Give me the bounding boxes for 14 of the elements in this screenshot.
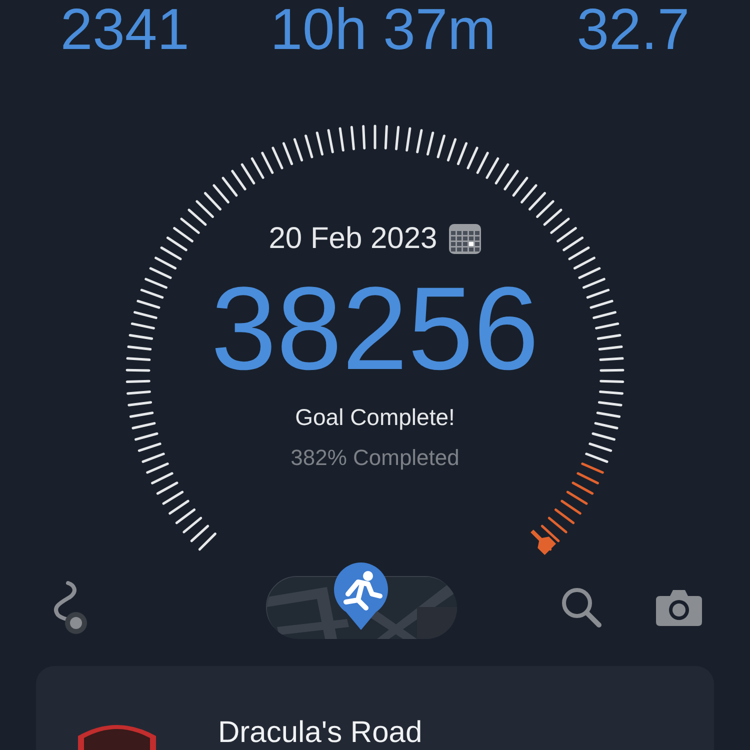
progress-marker	[530, 530, 556, 556]
calendar-icon[interactable]	[449, 224, 482, 254]
stat-value: 2341	[60, 0, 190, 60]
completion-percent: 382% Completed	[290, 445, 460, 471]
date-label[interactable]: 20 Feb 2023	[268, 222, 438, 256]
runner-pin-icon	[332, 562, 390, 632]
step-count: 38256	[210, 264, 540, 394]
stat-value: 10h 37m	[270, 0, 496, 60]
card-title: Dracula's Road	[218, 716, 422, 750]
goal-status: Goal Complete!	[295, 404, 455, 431]
route-card[interactable]: Dracula's Road	[36, 666, 714, 750]
stat-value: 32.7	[576, 0, 690, 60]
search-icon[interactable]	[560, 586, 602, 628]
camera-icon[interactable]	[656, 588, 702, 626]
